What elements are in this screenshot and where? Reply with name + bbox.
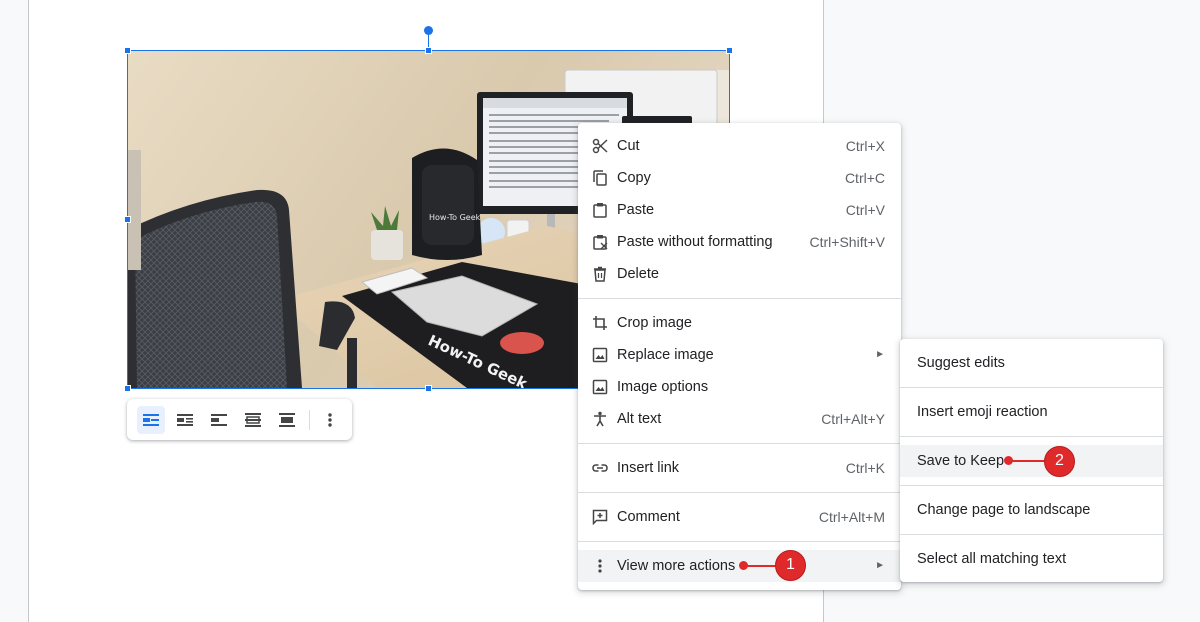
menu-separator	[578, 443, 901, 444]
callout-line-1	[744, 565, 776, 567]
menu-item-insert-link[interactable]: Insert link Ctrl+K	[578, 452, 901, 484]
accessibility-icon	[594, 411, 606, 427]
crop-icon	[593, 316, 607, 330]
menu-item-label: Replace image	[617, 347, 714, 363]
behind-text-icon	[245, 412, 261, 427]
submenu-item-label: Change page to landscape	[917, 502, 1091, 518]
menu-item-shortcut: Ctrl+Shift+V	[809, 234, 885, 250]
trash-icon	[594, 266, 606, 282]
resize-handle-top-left[interactable]	[124, 47, 131, 54]
menu-item-comment[interactable]: Comment Ctrl+Alt+M	[578, 501, 901, 533]
menu-item-replace-image[interactable]: Replace image ►	[578, 339, 901, 371]
add-comment-icon	[592, 509, 608, 525]
copy-icon	[593, 170, 607, 186]
resize-handle-top[interactable]	[425, 47, 432, 54]
submenu-item-label: Save to Keep	[917, 453, 1005, 469]
menu-item-label: Comment	[617, 509, 680, 525]
in-front-of-text-button[interactable]	[273, 406, 301, 434]
inline-button[interactable]	[137, 405, 165, 434]
break-text-button[interactable]	[205, 406, 233, 434]
resize-handle-top-right[interactable]	[726, 47, 733, 54]
paste-icon	[593, 203, 607, 218]
submenu-item-label: Select all matching text	[917, 551, 1067, 567]
menu-item-label: Cut	[617, 138, 640, 154]
resize-handle-bottom[interactable]	[425, 385, 432, 392]
menu-item-label: Paste without formatting	[617, 234, 773, 250]
menu-separator	[578, 298, 901, 299]
submenu-item-change-page-to-landscape[interactable]: Change page to landscape	[900, 494, 1163, 526]
backpack-brand-text: How-To Geek	[429, 213, 481, 222]
image-icon	[592, 347, 608, 363]
submenu-arrow-icon: ►	[875, 560, 885, 571]
menu-separator	[578, 541, 901, 542]
menu-item-label: Alt text	[617, 411, 662, 427]
scissors-icon	[592, 138, 608, 154]
submenu-item-label: Suggest edits	[917, 355, 1005, 371]
paste-plain-icon	[593, 235, 608, 250]
menu-item-crop-image[interactable]: Crop image	[578, 307, 901, 339]
submenu-arrow-icon: ►	[875, 349, 885, 360]
menu-separator	[900, 436, 1163, 437]
more-vert-icon	[328, 412, 332, 427]
callout-line-2	[1009, 460, 1045, 462]
menu-item-label: Insert link	[617, 460, 680, 476]
menu-separator	[578, 492, 901, 493]
context-menu: Cut Ctrl+X Copy Ctrl+C Paste Ctrl+V Past…	[578, 123, 901, 590]
step-badge-2: 2	[1044, 446, 1075, 477]
menu-item-label: Crop image	[617, 315, 692, 331]
submenu-item-label: Insert emoji reaction	[917, 404, 1048, 420]
menu-item-paste-without-formatting[interactable]: Paste without formatting Ctrl+Shift+V	[578, 226, 901, 258]
menu-item-shortcut: Ctrl+Alt+Y	[821, 411, 885, 427]
step-badge-1: 1	[775, 550, 806, 581]
menu-separator	[900, 485, 1163, 486]
resize-handle-left[interactable]	[124, 216, 131, 223]
behind-text-button[interactable]	[239, 406, 267, 434]
menu-item-image-options[interactable]: Image options	[578, 371, 901, 403]
menu-separator	[900, 387, 1163, 388]
menu-item-shortcut: Ctrl+Alt+M	[818, 509, 885, 525]
image-more-options-button[interactable]	[316, 406, 344, 434]
menu-item-label: View more actions	[617, 558, 736, 574]
link-icon	[592, 464, 608, 472]
menu-item-label: Paste	[617, 202, 655, 218]
menu-item-paste[interactable]: Paste Ctrl+V	[578, 194, 901, 226]
menu-item-label: Image options	[617, 379, 709, 395]
in-front-of-text-icon	[279, 412, 295, 427]
rotate-handle[interactable]	[424, 26, 433, 35]
menu-item-shortcut: Ctrl+X	[845, 138, 885, 154]
menu-item-cut[interactable]: Cut Ctrl+X	[578, 130, 901, 162]
more-vert-icon	[598, 559, 602, 573]
menu-separator	[900, 534, 1163, 535]
menu-item-copy[interactable]: Copy Ctrl+C	[578, 162, 901, 194]
menu-item-label: Delete	[617, 266, 659, 282]
submenu-item-suggest-edits[interactable]: Suggest edits	[900, 347, 1163, 379]
wrap-text-icon	[177, 413, 193, 426]
image-icon	[592, 379, 608, 395]
wrap-text-button[interactable]	[171, 406, 199, 434]
inline-icon	[143, 413, 159, 426]
break-text-icon	[211, 413, 227, 426]
menu-item-shortcut: Ctrl+K	[845, 460, 885, 476]
menu-item-shortcut: Ctrl+C	[844, 170, 885, 186]
menu-item-delete[interactable]: Delete	[578, 258, 901, 290]
submenu-item-select-all-matching-text[interactable]: Select all matching text	[900, 543, 1163, 575]
menu-item-shortcut: Ctrl+V	[845, 202, 885, 218]
toolbar-separator	[309, 409, 310, 430]
image-toolbar	[127, 399, 352, 440]
menu-item-alt-text[interactable]: Alt text Ctrl+Alt+Y	[578, 403, 901, 435]
submenu-item-insert-emoji-reaction[interactable]: Insert emoji reaction	[900, 396, 1163, 428]
menu-item-label: Copy	[617, 170, 651, 186]
resize-handle-bottom-left[interactable]	[124, 385, 131, 392]
